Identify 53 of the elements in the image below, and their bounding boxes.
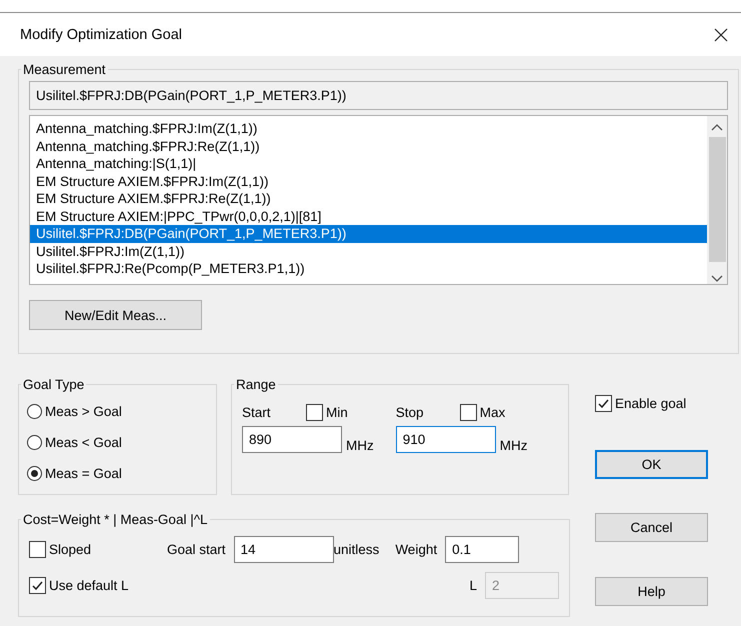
input-field[interactable]: 910 bbox=[396, 426, 496, 453]
radio-label: Meas = Goal bbox=[45, 466, 122, 481]
field-label: Start bbox=[242, 405, 272, 420]
list-item[interactable]: Usilitel.$FPRJ:Im(Z(1,1)) bbox=[30, 242, 707, 260]
checkbox-label: Use default L bbox=[49, 578, 129, 592]
scroll-down-icon[interactable] bbox=[711, 275, 723, 283]
scroll-up-icon[interactable] bbox=[711, 123, 723, 131]
checkbox[interactable] bbox=[595, 395, 612, 412]
group-label: Measurement bbox=[22, 62, 107, 77]
new-edit-button[interactable]: New/Edit Meas... bbox=[29, 300, 202, 330]
dialog-button[interactable]: Help bbox=[595, 577, 708, 606]
list-item[interactable]: Usilitel.$FPRJ:Re(Pcomp(P_METER3.P1,1)) bbox=[30, 260, 707, 278]
radio-label: Meas < Goal bbox=[45, 435, 122, 450]
check-icon bbox=[597, 397, 610, 410]
field-label: Weight bbox=[395, 542, 438, 556]
close-icon[interactable] bbox=[713, 26, 729, 42]
check-icon bbox=[31, 578, 44, 592]
radio-button[interactable] bbox=[27, 404, 42, 419]
scroll-thumb[interactable] bbox=[708, 137, 726, 262]
dialog-button[interactable]: OK bbox=[595, 450, 708, 479]
input-field[interactable]: 890 bbox=[242, 426, 342, 453]
group-label: Range bbox=[235, 377, 277, 392]
unit-label: MHz bbox=[346, 438, 374, 453]
radio-button[interactable] bbox=[27, 435, 42, 450]
list-item[interactable]: EM Structure AXIEM.$FPRJ:Re(Z(1,1)) bbox=[30, 190, 707, 208]
input-field[interactable]: 14 bbox=[234, 536, 334, 562]
list-item[interactable]: Antenna_matching.$FPRJ:Im(Z(1,1)) bbox=[30, 120, 707, 138]
list-item[interactable]: EM Structure AXIEM.$FPRJ:Im(Z(1,1)) bbox=[30, 172, 707, 190]
checkbox-label: Min bbox=[326, 405, 348, 420]
input-field[interactable]: 0.1 bbox=[445, 536, 520, 562]
checkbox-label: Max bbox=[480, 405, 506, 420]
unit-label: MHz bbox=[500, 438, 528, 453]
list-item[interactable]: Usilitel.$FPRJ:DB(PGain(PORT_1,P_METER3.P1)) bbox=[30, 225, 707, 242]
group-label: Goal Type bbox=[22, 377, 86, 392]
field-label: Goal start bbox=[167, 542, 226, 556]
checkbox[interactable] bbox=[29, 540, 46, 558]
checkbox-label: Sloped bbox=[49, 542, 92, 556]
list-item[interactable]: EM Structure AXIEM:|PPC_TPwr(0,0,0,2,1)|[81] bbox=[30, 208, 707, 225]
measurement-field: Usilitel.$FPRJ:DB(PGain(PORT_1,P_METER3.P1)) bbox=[29, 81, 728, 110]
dialog-button[interactable]: Cancel bbox=[595, 513, 708, 542]
list-item[interactable]: Antenna_matching:|S(1,1)| bbox=[30, 155, 707, 172]
field-label: L bbox=[469, 578, 477, 592]
list-item[interactable]: Antenna_matching.$FPRJ:Re(Z(1,1)) bbox=[30, 138, 707, 155]
field-label: Stop bbox=[396, 405, 425, 420]
checkbox[interactable] bbox=[306, 404, 323, 421]
checkbox-label: Enable goal bbox=[615, 396, 686, 411]
radio-button[interactable] bbox=[27, 466, 42, 481]
unit-label: unitless bbox=[334, 542, 380, 556]
window-title: Modify Optimization Goal bbox=[20, 26, 182, 42]
group-label: Cost=Weight * | Meas-Goal |^L bbox=[22, 512, 209, 527]
checkbox[interactable] bbox=[460, 404, 477, 421]
checkbox[interactable] bbox=[29, 576, 46, 594]
radio-label: Meas > Goal bbox=[45, 404, 122, 419]
